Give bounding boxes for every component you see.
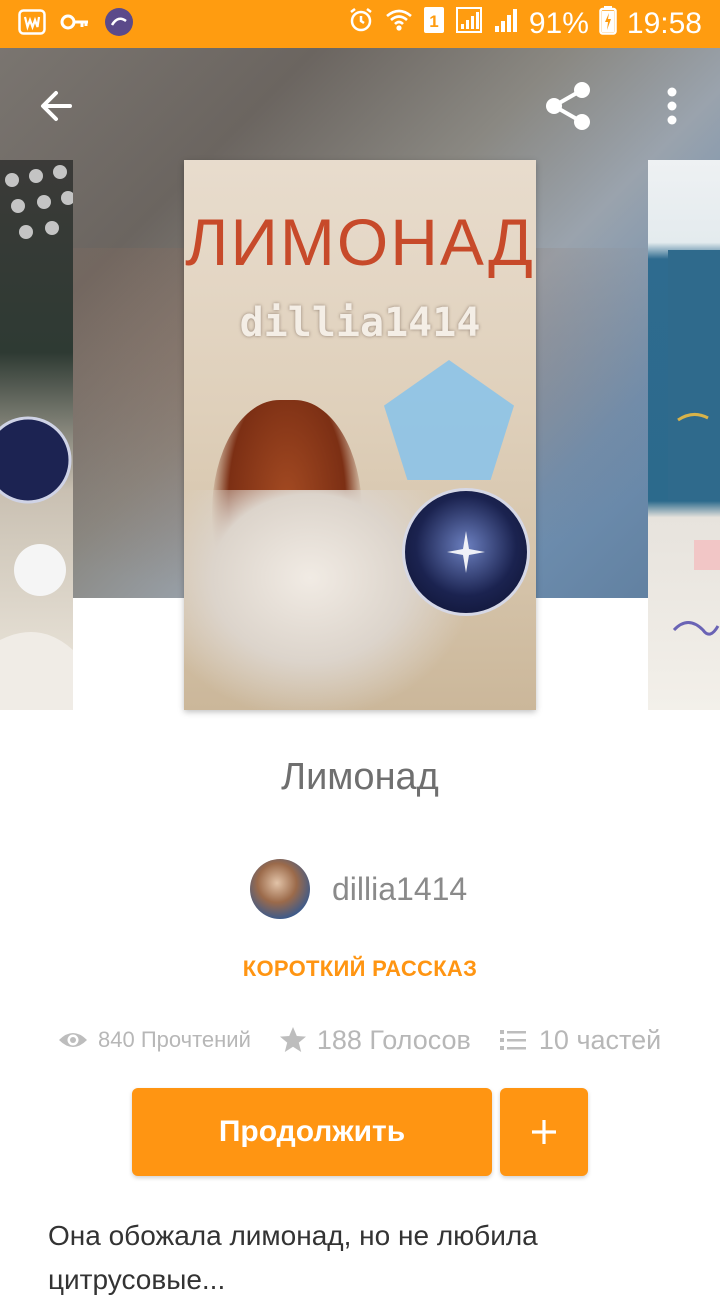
wattpad-new-stars-badge (402, 488, 530, 616)
votes-count: 188 Голосов (316, 1024, 471, 1055)
story-description: Она обожала лимонад, но не любила цитрус… (48, 1220, 538, 1295)
cover-author-text: dillia1414 (239, 300, 481, 346)
signal-icon-2 (493, 6, 519, 42)
battery-level: 91% (528, 7, 589, 40)
status-left-icons (18, 7, 134, 42)
story-category[interactable]: КОРОТКИЙ РАССКАЗ (0, 956, 720, 982)
eye-icon (59, 1033, 87, 1047)
status-right: 1 91% 19:58 (347, 5, 702, 43)
parts-count: 10 частей (538, 1024, 662, 1055)
clock: 19:58 (626, 7, 702, 40)
more-vert-icon (667, 87, 677, 125)
wifi-icon (385, 7, 413, 41)
alarm-icon (347, 6, 375, 42)
app-notification-icon (104, 7, 134, 42)
story-stats: 840 Прочтений 188 Голосов 10 частей (58, 1016, 661, 1064)
prev-book-cover[interactable] (0, 160, 73, 710)
key-icon (60, 12, 90, 37)
sim-1-icon: 1 (423, 6, 445, 42)
arrow-back-icon (41, 91, 72, 121)
next-book-cover[interactable] (648, 160, 720, 710)
reads-count: 840 Прочтений (98, 1027, 251, 1052)
battery-charging-icon (599, 5, 617, 43)
author-avatar[interactable] (250, 859, 310, 919)
share-button[interactable] (540, 78, 596, 134)
overflow-menu-button[interactable] (644, 78, 700, 134)
book-title: Лимонад (281, 756, 439, 798)
signal-icon (455, 6, 483, 42)
reads-stat: 840 Прочтений (58, 1027, 251, 1053)
plus-icon (532, 1120, 556, 1144)
svg-text:1: 1 (429, 12, 438, 31)
share-icon (546, 82, 590, 130)
back-button[interactable] (28, 78, 84, 134)
list-icon (499, 1030, 526, 1050)
cover-title-text: ЛИМОНАД (185, 205, 535, 279)
book-cover[interactable]: ЛИМОНАД dillia1414 (184, 160, 536, 710)
add-to-library-button[interactable] (500, 1088, 588, 1176)
author-name[interactable]: dillia1414 (332, 871, 467, 908)
status-bar: 1 91% 19:58 (0, 0, 720, 48)
approved-badge (384, 360, 514, 480)
star-icon (279, 1027, 306, 1052)
author-link[interactable]: dillia1414 (250, 858, 467, 920)
continue-reading-button[interactable]: Продолжить (132, 1088, 492, 1176)
parts-stat: 10 частей (499, 1025, 661, 1056)
wattpad-notification-icon (18, 8, 46, 40)
votes-stat: 188 Голосов (279, 1025, 471, 1056)
